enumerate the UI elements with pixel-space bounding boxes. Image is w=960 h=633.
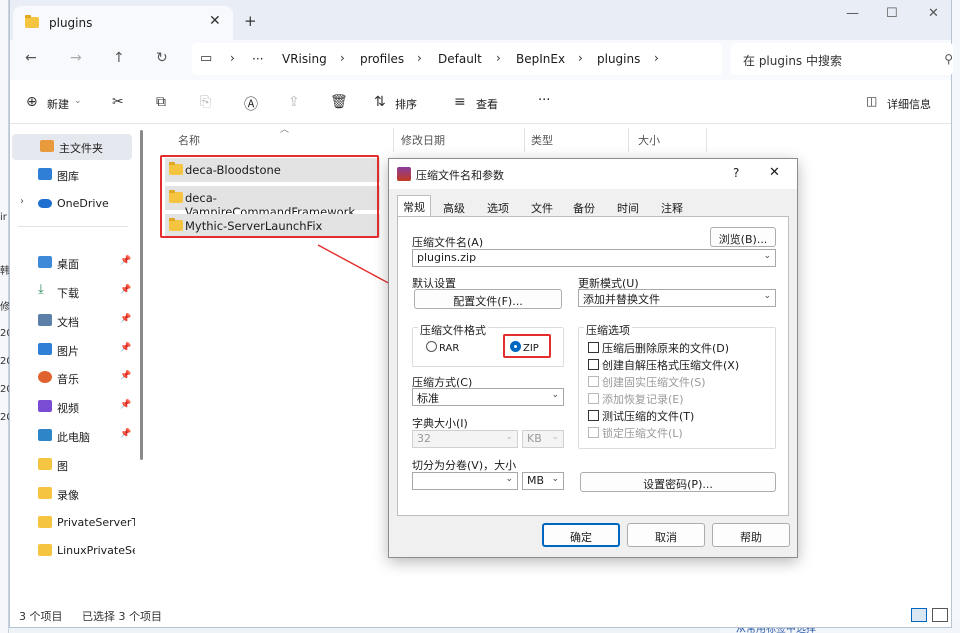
checkbox-label: 测试压缩的文件(T) bbox=[602, 410, 695, 423]
dialog-close-button[interactable]: ✕ bbox=[769, 165, 780, 180]
split-unit-select[interactable]: MB ⌄ bbox=[522, 472, 564, 490]
checkbox-icon bbox=[588, 376, 599, 387]
archive-name-input[interactable]: plugins.zip ⌄ bbox=[412, 249, 776, 267]
help-button[interactable]: 帮助 bbox=[712, 523, 790, 547]
sfx-checkbox[interactable]: 创建自解压格式压缩文件(X) bbox=[588, 357, 739, 373]
format-rar-radio[interactable]: RAR bbox=[426, 341, 459, 354]
set-password-button[interactable]: 设置密码(P)... bbox=[580, 472, 776, 492]
checkbox-label: 压缩后删除原来的文件(D) bbox=[602, 342, 730, 355]
ok-button[interactable]: 确定 bbox=[542, 523, 620, 547]
lock-archive-checkbox[interactable]: 锁定压缩文件(L) bbox=[588, 425, 683, 441]
general-tab-panel: 压缩文件名(A) 浏览(B)... plugins.zip ⌄ 默认设置 配置文… bbox=[397, 216, 789, 516]
dictionary-label: 字典大小(I) bbox=[412, 417, 468, 430]
dictionary-unit-value: KB bbox=[527, 432, 542, 445]
browse-button[interactable]: 浏览(B)... bbox=[710, 227, 776, 247]
tab-comment[interactable]: 注释 bbox=[655, 197, 689, 217]
test-files-checkbox[interactable]: 测试压缩的文件(T) bbox=[588, 408, 694, 424]
tab-general[interactable]: 常规 bbox=[397, 195, 431, 217]
archive-name-value: plugins.zip bbox=[417, 251, 477, 264]
chevron-down-icon: ⌄ bbox=[763, 291, 771, 301]
checkbox-label: 添加恢复记录(E) bbox=[602, 393, 684, 406]
checkbox-icon bbox=[588, 427, 599, 438]
dictionary-size-select[interactable]: 32 ⌄ bbox=[412, 430, 518, 448]
dialog-title-bar: 压缩文件名和参数 ? ✕ bbox=[389, 159, 797, 189]
delete-after-checkbox[interactable]: 压缩后删除原来的文件(D) bbox=[588, 340, 729, 356]
checkbox-label: 创建自解压格式压缩文件(X) bbox=[602, 359, 740, 372]
split-size-input[interactable]: ⌄ bbox=[412, 472, 518, 490]
checkbox-label: 创建固实压缩文件(S) bbox=[602, 376, 706, 389]
split-unit-value: MB bbox=[527, 474, 545, 487]
tab-files[interactable]: 文件 bbox=[525, 197, 559, 217]
chevron-down-icon: ⌄ bbox=[551, 390, 559, 400]
recovery-record-checkbox[interactable]: 添加恢复记录(E) bbox=[588, 391, 684, 407]
split-volumes-label: 切分为分卷(V)，大小 bbox=[412, 459, 517, 472]
radio-label: RAR bbox=[439, 343, 460, 354]
chevron-down-icon: ⌄ bbox=[505, 474, 513, 484]
solid-checkbox[interactable]: 创建固实压缩文件(S) bbox=[588, 374, 706, 390]
tab-options[interactable]: 选项 bbox=[481, 197, 515, 217]
profiles-button[interactable]: 配置文件(F)... bbox=[414, 289, 562, 309]
checkbox-icon bbox=[588, 342, 599, 353]
chevron-down-icon: ⌄ bbox=[505, 432, 513, 442]
method-select[interactable]: 标准 ⌄ bbox=[412, 388, 564, 406]
chevron-down-icon: ⌄ bbox=[551, 432, 559, 442]
tab-advanced[interactable]: 高级 bbox=[437, 197, 471, 217]
method-value: 标准 bbox=[417, 392, 439, 405]
update-mode-value: 添加并替换文件 bbox=[583, 293, 660, 306]
update-mode-select[interactable]: 添加并替换文件 ⌄ bbox=[578, 289, 776, 307]
winrar-icon bbox=[397, 167, 411, 181]
checkbox-icon bbox=[588, 393, 599, 404]
chevron-down-icon: ⌄ bbox=[551, 474, 559, 484]
dictionary-unit-select[interactable]: KB ⌄ bbox=[522, 430, 564, 448]
cancel-button[interactable]: 取消 bbox=[627, 523, 705, 547]
format-group-label: 压缩文件格式 bbox=[418, 322, 488, 338]
highlight-box-zip bbox=[503, 334, 551, 358]
checkbox-label: 锁定压缩文件(L) bbox=[602, 427, 683, 440]
dialog-title: 压缩文件名和参数 bbox=[416, 169, 504, 182]
chevron-down-icon: ⌄ bbox=[763, 251, 771, 261]
checkbox-icon bbox=[588, 359, 599, 370]
archive-dialog: 压缩文件名和参数 ? ✕ 常规 高级 选项 文件 备份 时间 注释 压缩文件名(… bbox=[388, 158, 798, 558]
help-icon[interactable]: ? bbox=[733, 166, 739, 180]
radio-icon bbox=[426, 341, 437, 352]
checkbox-icon bbox=[588, 410, 599, 421]
tab-time[interactable]: 时间 bbox=[611, 197, 645, 217]
archive-name-label: 压缩文件名(A) bbox=[412, 236, 484, 249]
tab-backup[interactable]: 备份 bbox=[567, 197, 601, 217]
dictionary-size-value: 32 bbox=[417, 432, 431, 445]
options-group-label: 压缩选项 bbox=[584, 322, 632, 338]
